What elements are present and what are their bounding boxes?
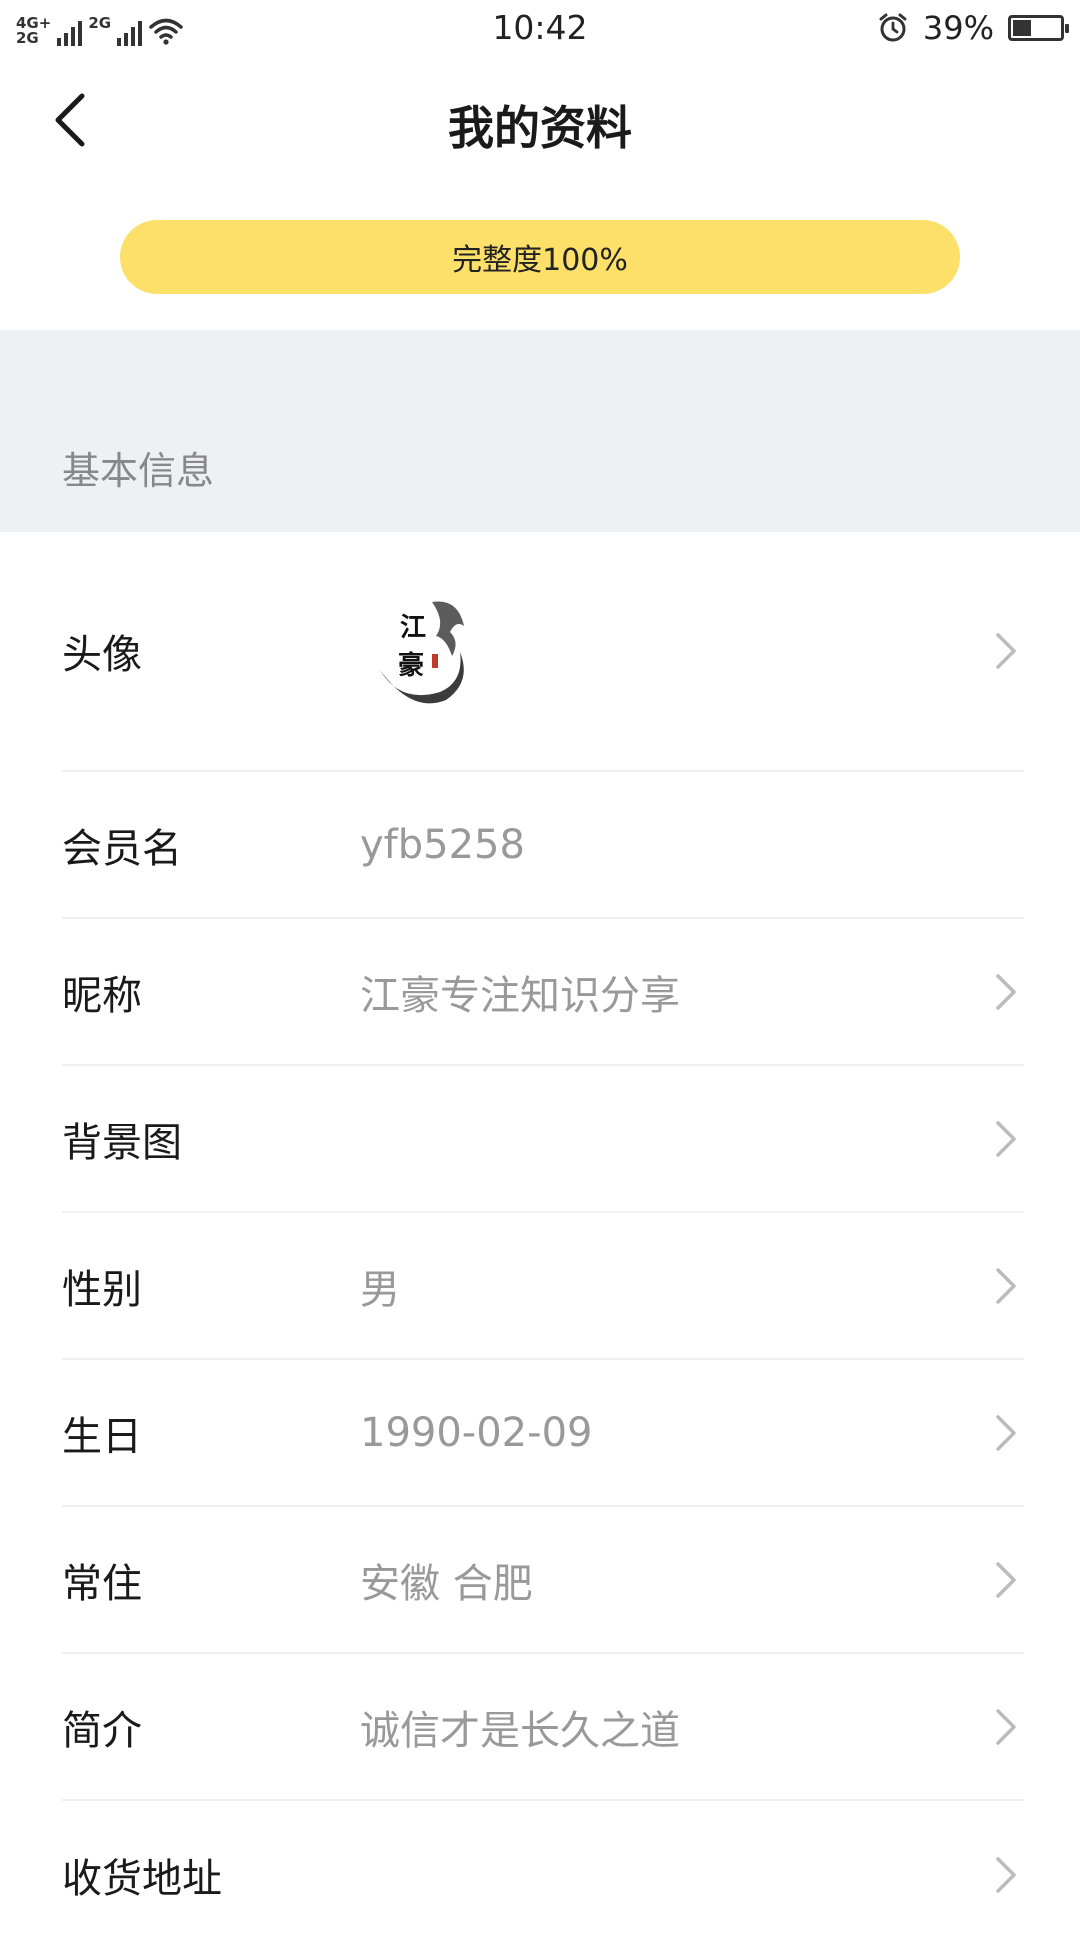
chevron-right-icon <box>988 1413 1024 1453</box>
row-background-image[interactable]: 背景图 <box>62 1066 1024 1213</box>
row-label: 会员名 <box>62 825 182 872</box>
row-label: 生日 <box>62 1413 142 1460</box>
completeness-label: 完整度100% <box>452 243 628 278</box>
section-title: 基本信息 <box>62 449 215 493</box>
chevron-right-icon <box>988 1707 1024 1747</box>
chevron-right-icon <box>988 972 1024 1012</box>
row-gender[interactable]: 性别 男 <box>62 1213 1024 1360</box>
row-member-name: 会员名 yfb5258 <box>62 772 1024 919</box>
completeness-bar: 完整度100% <box>120 220 960 294</box>
battery-percent: 39% <box>922 9 994 47</box>
row-birthday[interactable]: 生日 1990-02-09 <box>62 1360 1024 1507</box>
row-value: 1990-02-09 <box>360 1409 593 1456</box>
avatar-char-1: 江 <box>400 613 426 643</box>
avatar: 江 豪 <box>373 601 465 704</box>
status-right: 39% <box>877 8 1069 48</box>
chevron-right-icon <box>988 631 1024 671</box>
chevron-right-icon <box>988 1119 1024 1159</box>
row-label: 性别 <box>62 1266 142 1313</box>
profile-list: 头像 江 豪 会员名 yfb5258 昵称 江豪专注知识分享 背景图 性别 男 <box>0 532 1080 1948</box>
chevron-right-icon <box>988 1560 1024 1600</box>
battery-level <box>1013 20 1031 36</box>
page-title: 我的资料 <box>448 101 632 155</box>
row-bio[interactable]: 简介 诚信才是长久之道 <box>62 1654 1024 1801</box>
chevron-right-icon <box>988 1855 1024 1895</box>
row-shipping-address[interactable]: 收货地址 <box>62 1801 1024 1948</box>
row-label: 常住 <box>62 1560 142 1607</box>
row-value: yfb5258 <box>360 821 525 868</box>
chevron-right-icon <box>988 1266 1024 1306</box>
header: 我的资料 <box>0 60 1080 180</box>
row-value: 江豪专注知识分享 <box>360 972 680 1019</box>
row-value: 男 <box>360 1266 400 1313</box>
section-header: 基本信息 <box>0 330 1080 532</box>
row-label: 头像 <box>62 632 142 678</box>
row-residence[interactable]: 常住 安徽 合肥 <box>62 1507 1024 1654</box>
battery-icon <box>1008 15 1069 41</box>
status-bar: 4G+ 2G 2G 10:42 39% <box>0 0 1080 60</box>
row-value: 诚信才是长久之道 <box>360 1707 680 1754</box>
row-label: 昵称 <box>62 972 142 1019</box>
row-label: 简介 <box>62 1707 142 1754</box>
row-label: 收货地址 <box>62 1855 222 1902</box>
alarm-icon <box>879 13 907 42</box>
row-value: 安徽 合肥 <box>360 1560 533 1607</box>
avatar-char-2: 豪 <box>398 650 424 681</box>
row-avatar[interactable]: 头像 江 豪 <box>62 532 1024 772</box>
row-label: 背景图 <box>62 1119 182 1166</box>
row-nickname[interactable]: 昵称 江豪专注知识分享 <box>62 919 1024 1066</box>
